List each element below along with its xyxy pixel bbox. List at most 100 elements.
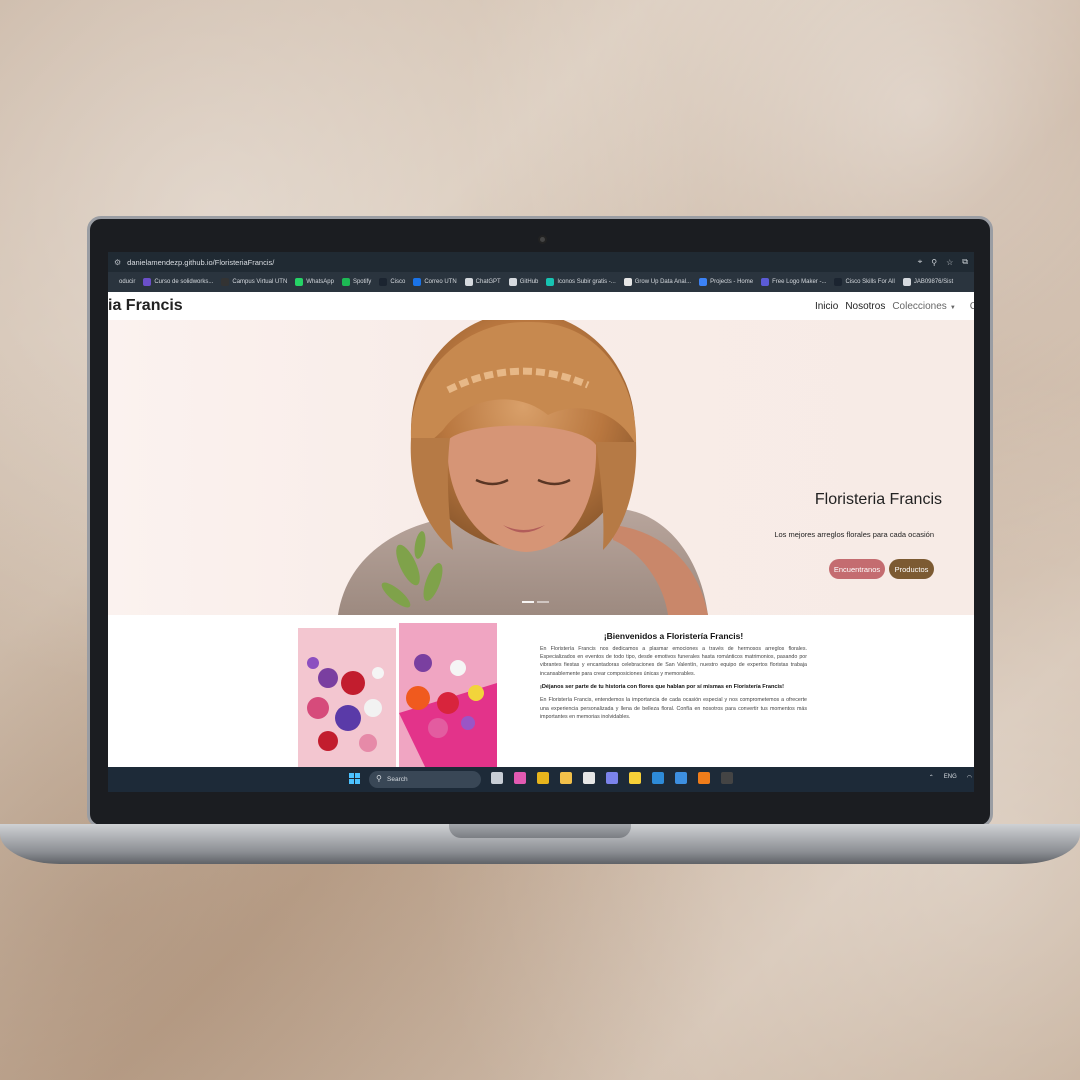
bookmark-item[interactable]: WhatsApp: [295, 278, 334, 286]
nav-link-nosotros[interactable]: Nosotros: [845, 301, 885, 312]
chrome-icon[interactable]: [537, 772, 549, 784]
search-icon: ⚲: [376, 774, 382, 783]
nav-link-truncated[interactable]: C: [970, 301, 974, 312]
bookmark-favicon-icon: [902, 278, 911, 286]
carousel-indicators: [522, 601, 552, 603]
bookmark-item[interactable]: Iconos Subir gratis -...: [546, 278, 616, 286]
chevron-down-icon: ▼: [949, 304, 956, 311]
bookmark-favicon-icon: [508, 278, 517, 286]
welcome-paragraph-2: ¡Déjanos ser parte de tu historia con fl…: [540, 683, 785, 690]
bookmarks-bar: oducir Curso de solidworks... Campus Virtu…: [108, 272, 974, 292]
site-navbar: ia Francis Inicio Nosotros Colecciones ▼ …: [108, 292, 974, 320]
brand-logo[interactable]: ia Francis: [108, 297, 183, 315]
bookmark-favicon-icon: [761, 278, 770, 286]
bookmark-item[interactable]: Free Logo Maker -...: [761, 278, 826, 286]
bookmark-item[interactable]: Cisco Skills For All: [834, 278, 895, 286]
chevron-up-icon[interactable]: ⌃: [929, 774, 934, 781]
hero-subtitle: Los mejores arreglos florales para cada …: [774, 530, 934, 539]
bookmark-favicon-icon: [143, 278, 152, 286]
teams-icon[interactable]: [606, 772, 618, 784]
site-settings-icon[interactable]: ⚙: [114, 258, 121, 267]
bookmark-item[interactable]: Spotify: [341, 278, 372, 286]
bookmark-label: GitHub: [519, 279, 539, 285]
bookmark-favicon-icon: [546, 278, 555, 286]
bookmark-label: Grow Up Data Anal...: [634, 279, 692, 285]
bookmark-label: Iconos Subir gratis -...: [557, 279, 616, 285]
bookmark-label: Cisco Skills For All: [845, 279, 895, 285]
bookmark-label: Campus Virtual UTN: [232, 279, 288, 285]
bookmark-item[interactable]: Cisco: [379, 278, 405, 286]
laptop-notch: [449, 824, 631, 838]
url-text[interactable]: danielamendezp.github.io/FloristeriaFran…: [127, 258, 909, 267]
nav-links: Inicio Nosotros Colecciones ▼ C: [815, 301, 974, 312]
welcome-heading: ¡Bienvenidos a Floristería Francis!: [603, 631, 744, 641]
bookmark-item[interactable]: GitHub: [508, 278, 539, 286]
bookmark-item[interactable]: oducir: [108, 278, 135, 286]
bookmark-star-icon[interactable]: ☆: [946, 258, 953, 267]
bookmark-favicon-icon: [221, 278, 230, 286]
tool-icon[interactable]: [675, 772, 687, 784]
welcome-text: ¡Bienvenidos a Floristería Francis! En F…: [540, 631, 807, 726]
encuentranos-button[interactable]: Encuentranos: [829, 559, 885, 579]
hero-carousel: Floristeria Francis Los mejores arreglos…: [108, 320, 974, 615]
system-tray: ⌃ ENG ◠: [929, 774, 974, 781]
bookmark-label: Free Logo Maker -...: [772, 279, 827, 285]
welcome-paragraph-1: En Floristería Francis nos dedicamos a p…: [540, 646, 807, 677]
taskbar-apps: [491, 772, 744, 784]
nav-link-colecciones-label: Colecciones: [892, 300, 947, 312]
bookmark-item[interactable]: Curso de solidworks...: [143, 278, 213, 286]
windows-taskbar: ⚲ Search ⌃ ENG ◠: [108, 767, 974, 792]
bookmark-favicon-icon: [413, 278, 422, 286]
bookmark-favicon-icon: [295, 278, 304, 286]
screen: ⚙ danielamendezp.github.io/FloristeriaFr…: [108, 252, 974, 792]
wifi-icon[interactable]: ◠: [967, 774, 972, 781]
bookmark-favicon-icon: [699, 278, 708, 286]
bookmark-favicon-icon: [341, 278, 350, 286]
welcome-paragraph-3: En Floristería Francis, entendemos la im…: [540, 697, 807, 720]
bookmark-label: Projects - Home: [710, 279, 754, 285]
bookmark-item[interactable]: Correo UTN: [413, 278, 457, 286]
bookmark-label: Cisco: [390, 279, 406, 285]
browser-address-bar[interactable]: ⚙ danielamendezp.github.io/FloristeriaFr…: [108, 252, 974, 272]
bookmark-favicon-icon: [108, 278, 116, 286]
taskbar-search-box[interactable]: ⚲ Search: [369, 771, 481, 788]
camera-icon: [538, 235, 547, 244]
terminal-icon[interactable]: [721, 772, 733, 784]
bookmark-item[interactable]: JAB09876/Sist: [902, 278, 953, 286]
search-placeholder: Search: [387, 776, 408, 783]
zoom-icon[interactable]: ⚲: [931, 258, 937, 267]
bookmark-item[interactable]: Projects - Home: [699, 278, 753, 286]
extensions-icon[interactable]: ⧉: [962, 257, 968, 267]
bookmark-favicon-icon: [379, 278, 388, 286]
bookmark-favicon-icon: [464, 278, 473, 286]
windows-start-icon[interactable]: [349, 773, 361, 785]
bookmark-label: oducir: [119, 279, 136, 285]
bouquet-images: [298, 623, 497, 773]
carousel-indicator[interactable]: [537, 601, 549, 603]
bookmark-label: WhatsApp: [306, 279, 334, 285]
xampp-icon[interactable]: [698, 772, 710, 784]
bookmark-label: Curso de solidworks...: [154, 279, 214, 285]
task-view-icon[interactable]: [491, 772, 503, 784]
copilot-icon[interactable]: [514, 772, 526, 784]
bookmark-favicon-icon: [834, 278, 843, 286]
file-explorer-icon[interactable]: [560, 772, 572, 784]
bookmark-favicon-icon: [623, 278, 632, 286]
productos-button[interactable]: Productos: [889, 559, 934, 579]
bookmark-label: Correo UTN: [424, 279, 457, 285]
laptop-base: [0, 824, 1080, 864]
sticky-notes-icon[interactable]: [629, 772, 641, 784]
bookmark-label: Spotify: [352, 279, 372, 285]
bookmark-item[interactable]: Campus Virtual UTN: [221, 278, 287, 286]
nav-link-inicio[interactable]: Inicio: [815, 301, 838, 312]
snipping-icon[interactable]: [583, 772, 595, 784]
welcome-section: ¡Bienvenidos a Floristería Francis! En F…: [108, 615, 974, 773]
nav-link-colecciones[interactable]: Colecciones ▼: [892, 301, 962, 312]
location-icon[interactable]: ⌖: [918, 257, 923, 267]
hero-title: Floristeria Francis: [814, 491, 942, 508]
vscode-icon[interactable]: [652, 772, 664, 784]
carousel-indicator-active[interactable]: [522, 601, 534, 603]
bookmark-item[interactable]: ChatGPT: [464, 278, 501, 286]
language-indicator[interactable]: ENG: [944, 774, 957, 781]
bookmark-item[interactable]: Grow Up Data Anal...: [623, 278, 692, 286]
